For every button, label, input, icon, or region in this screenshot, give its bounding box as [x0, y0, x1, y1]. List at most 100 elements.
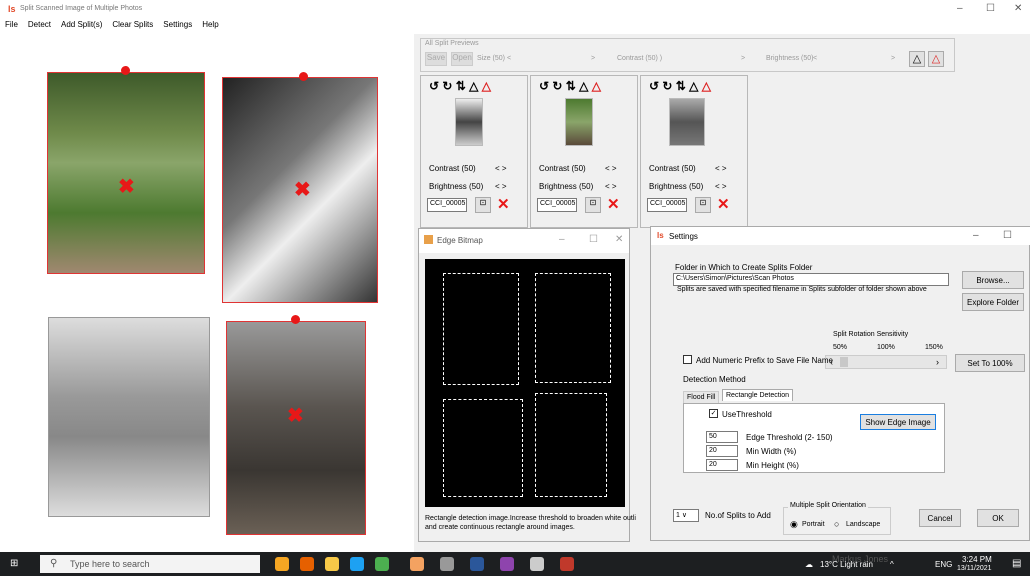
menu-detect[interactable]: Detect — [23, 18, 56, 31]
min-width-field[interactable]: 20 — [706, 445, 738, 457]
split-rect-3[interactable] — [226, 321, 366, 535]
set-100-button[interactable]: Set To 100% — [955, 354, 1025, 372]
scan-canvas[interactable]: ✖ ✖ ✖ — [0, 34, 414, 552]
menu-add-splits[interactable]: Add Split(s) — [56, 18, 107, 31]
split-rect-1[interactable] — [47, 72, 205, 274]
settings-minimize-button[interactable]: – — [973, 230, 979, 241]
save-all-button[interactable]: Save — [425, 52, 447, 66]
open-all-button[interactable]: Open — [451, 52, 473, 66]
panel-1-thumbnail — [455, 98, 483, 146]
panel-1-save-icon[interactable]: ⊡ — [475, 197, 491, 213]
panel-1-contrast: Contrast (50) — [429, 164, 476, 173]
browse-button[interactable]: Browse... — [962, 271, 1024, 289]
rotation-slider[interactable]: ‹ › — [825, 355, 947, 369]
edge-maximize-button[interactable]: ☐ — [589, 234, 598, 245]
slider-thumb[interactable] — [840, 357, 848, 367]
panel-1-brightness-arrows[interactable]: < > — [495, 182, 507, 191]
use-threshold-checkbox[interactable]: ✓ — [709, 409, 718, 418]
maximize-button[interactable]: ☐ — [986, 3, 995, 14]
panel-3-toolbar[interactable]: ↺ ↻ ⇅ △ △ — [649, 79, 744, 93]
clock-date[interactable]: 13/11/2021 — [957, 565, 992, 572]
paint-icon[interactable] — [410, 557, 424, 571]
visual-studio-icon[interactable] — [500, 557, 514, 571]
explore-folder-button[interactable]: Explore Folder — [962, 293, 1024, 311]
splits-count-dropdown[interactable]: 1 ∨ — [673, 509, 699, 522]
panel-3-name-field[interactable]: CCI_00005 — [647, 198, 687, 212]
minimize-button[interactable]: – — [957, 3, 963, 14]
tool-icon[interactable] — [440, 557, 454, 571]
word-icon[interactable] — [470, 557, 484, 571]
language-indicator[interactable]: ENG — [935, 560, 952, 569]
edge-threshold-field[interactable]: 50 — [706, 431, 738, 443]
slider-right-arrow[interactable]: › — [936, 357, 939, 367]
brightness-left[interactable]: < — [813, 55, 817, 62]
windows-start-icon[interactable]: ⊞ — [10, 558, 18, 569]
tray-chevron-icon[interactable]: ^ — [890, 560, 894, 569]
mail-icon[interactable] — [530, 557, 544, 571]
landscape-radio[interactable]: ○ — [834, 519, 839, 529]
show-edge-image-button[interactable]: Show Edge Image — [860, 414, 936, 430]
move-handle-2[interactable]: ✖ — [294, 180, 311, 200]
menu-settings[interactable]: Settings — [158, 18, 197, 31]
edge-close-button[interactable]: ✕ — [615, 234, 623, 245]
panel-2-save-icon[interactable]: ⊡ — [585, 197, 601, 213]
panel-1-name-field[interactable]: CCI_00005 — [427, 198, 467, 212]
clock-time[interactable]: 3:24 PM — [962, 555, 992, 564]
panel-2-contrast-arrows[interactable]: < > — [605, 164, 617, 173]
menu-clear-splits[interactable]: Clear Splits — [107, 18, 158, 31]
brightness-right[interactable]: > — [891, 55, 895, 62]
close-button[interactable]: ✕ — [1014, 3, 1022, 14]
weather-icon[interactable]: ☁ — [805, 560, 813, 569]
firefox-icon[interactable] — [300, 557, 314, 571]
rectangle-detection-panel: ✓ UseThreshold Show Edge Image 50 Edge T… — [683, 403, 945, 473]
panel-3-save-icon[interactable]: ⊡ — [695, 197, 711, 213]
file-explorer-icon[interactable] — [325, 557, 339, 571]
panel-2-thumbnail — [565, 98, 593, 146]
panel-3-contrast-arrows[interactable]: < > — [715, 164, 727, 173]
contrast-right[interactable]: > — [741, 55, 745, 62]
folder-path-field[interactable]: C:\Users\Simon\Pictures\Scan Photos — [673, 273, 949, 286]
delta-icon[interactable]: △ — [909, 51, 925, 67]
app-logo: ls — [8, 4, 16, 14]
ok-button[interactable]: OK — [977, 509, 1019, 527]
panel-3-delete-icon[interactable]: ✕ — [717, 195, 730, 213]
panel-3-brightness-arrows[interactable]: < > — [715, 182, 727, 191]
taskbar: ⊞ Type here to search ⚲ Markus Jones ☁ 1… — [0, 552, 1030, 576]
splits-count-value: 1 — [676, 512, 680, 519]
panel-2-brightness-arrows[interactable]: < > — [605, 182, 617, 191]
rotate-handle-2[interactable] — [299, 72, 308, 81]
rotate-handle-3[interactable] — [291, 315, 300, 324]
split-app-icon[interactable] — [560, 557, 574, 571]
split-panel-3: ↺ ↻ ⇅ △ △ Contrast (50) < > Brightness (… — [640, 75, 748, 228]
numeric-prefix-checkbox[interactable] — [683, 355, 692, 364]
portrait-radio[interactable]: ◉ — [790, 519, 798, 530]
move-handle-1[interactable]: ✖ — [118, 177, 135, 197]
people-icon[interactable] — [275, 557, 289, 571]
min-height-field[interactable]: 20 — [706, 459, 738, 471]
panel-2-brightness: Brightness (50) — [539, 182, 594, 191]
menu-help[interactable]: Help — [197, 18, 223, 31]
panel-2-name-field[interactable]: CCI_00005 — [537, 198, 577, 212]
excel-icon[interactable] — [375, 557, 389, 571]
notifications-icon[interactable]: ▤ — [1012, 558, 1021, 569]
cancel-button[interactable]: Cancel — [919, 509, 961, 527]
size-right[interactable]: > — [591, 55, 595, 62]
taskbar-search[interactable]: Type here to search — [40, 555, 260, 573]
panel-2-delete-icon[interactable]: ✕ — [607, 195, 620, 213]
menu-file[interactable]: File — [0, 18, 23, 31]
edge-minimize-button[interactable]: – — [559, 234, 565, 245]
edge-browser-icon[interactable] — [350, 557, 364, 571]
panel-1-contrast-arrows[interactable]: < > — [495, 164, 507, 173]
tab-rectangle-detection[interactable]: Rectangle Detection — [722, 389, 794, 401]
settings-maximize-button[interactable]: ☐ — [1003, 230, 1012, 241]
rotate-handle-1[interactable] — [121, 66, 130, 75]
settings-dialog: ls Settings – ☐ Folder in Which to Creat… — [650, 226, 1030, 541]
panel-2-toolbar[interactable]: ↺ ↻ ⇅ △ △ — [539, 79, 634, 93]
move-handle-3[interactable]: ✖ — [287, 406, 304, 426]
panel-1-delete-icon[interactable]: ✕ — [497, 195, 510, 213]
panel-1-toolbar[interactable]: ↺ ↻ ⇅ △ △ — [429, 79, 524, 93]
weather-text[interactable]: 13°C Light rain — [820, 560, 873, 569]
splits-count-label: No.of Splits to Add — [705, 511, 771, 520]
size-left[interactable]: < — [507, 55, 511, 62]
delta-x-icon[interactable]: △ — [928, 51, 944, 67]
